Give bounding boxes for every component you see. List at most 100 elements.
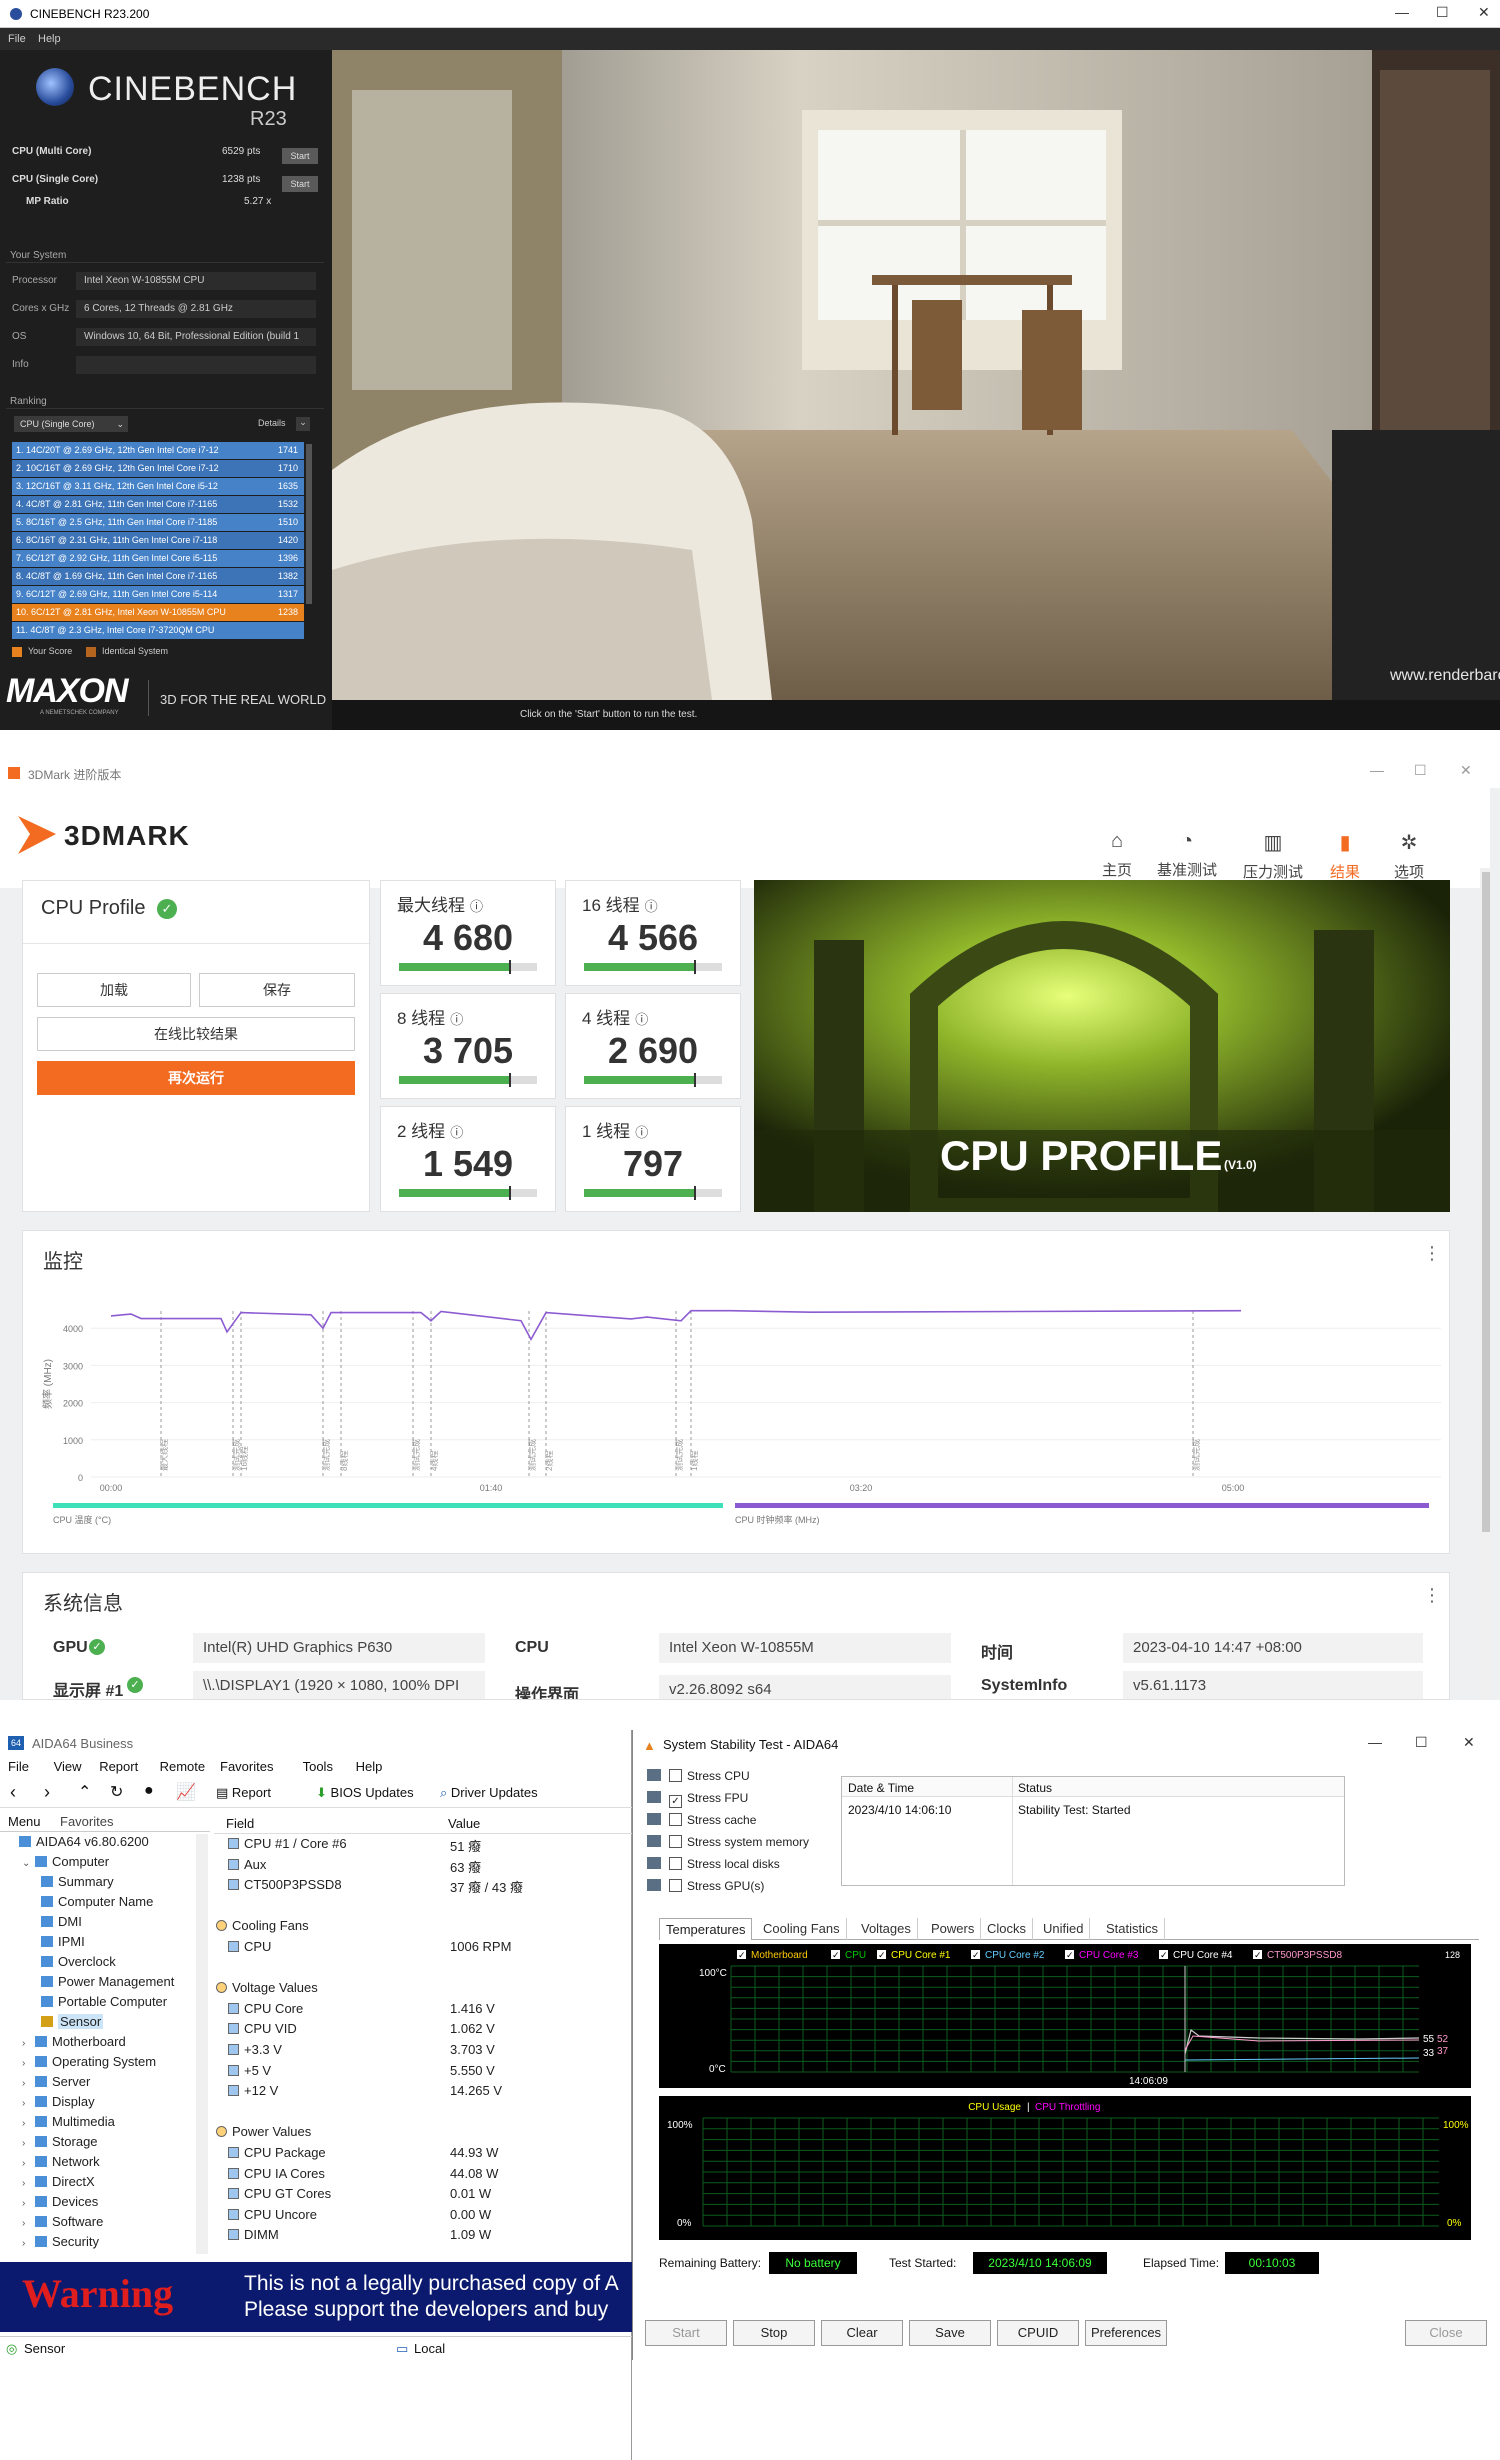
tab-temperatures[interactable]: Temperatures <box>659 1918 753 1940</box>
sysinfo-more-icon[interactable]: ⋮ <box>1423 1585 1441 1606</box>
load-button[interactable]: 加载 <box>37 973 191 1007</box>
ranking-select[interactable]: CPU (Single Core) ⌄ <box>14 416 128 432</box>
maximize-icon[interactable]: ☐ <box>1415 1734 1428 1751</box>
expand-icon[interactable]: › <box>22 2178 32 2189</box>
expand-icon[interactable]: › <box>22 2038 32 2049</box>
maximize-icon[interactable]: ☐ <box>1414 762 1427 779</box>
stress-option[interactable]: Stress GPU(s) <box>647 1878 764 1893</box>
nav-gear[interactable]: ✲ 选项 <box>1374 830 1444 882</box>
expand-icon[interactable]: › <box>22 2058 32 2069</box>
ranking-item[interactable]: 9. 6C/12T @ 2.69 GHz, 11th Gen Intel Cor… <box>12 586 304 603</box>
nav-results[interactable]: ▮ 结果 <box>1310 830 1380 882</box>
page-scrollbar[interactable] <box>1480 868 1492 1698</box>
ranking-item[interactable]: 11. 4C/8T @ 2.3 GHz, Intel Core i7-3720Q… <box>12 622 304 639</box>
stress-option[interactable]: Stress system memory <box>647 1834 809 1849</box>
close-icon[interactable]: ✕ <box>1478 4 1490 21</box>
expand-icon[interactable]: ⌄ <box>22 1858 32 1869</box>
close-icon[interactable]: ✕ <box>1463 1734 1475 1751</box>
menu-file[interactable]: File <box>8 33 26 45</box>
expand-icon[interactable]: › <box>22 2118 32 2129</box>
compare-online-button[interactable]: 在线比较结果 <box>37 1017 355 1051</box>
expand-icon[interactable]: › <box>22 2158 32 2169</box>
checkbox[interactable] <box>669 1813 682 1826</box>
tree-item[interactable]: DMI <box>38 1914 82 1929</box>
close-icon[interactable]: ✕ <box>1460 762 1472 779</box>
menu-help[interactable]: Help <box>356 1759 383 1774</box>
stop-button[interactable]: Stop <box>733 2320 815 2346</box>
start-button[interactable]: Start <box>645 2320 727 2346</box>
ranking-item[interactable]: 6. 8C/16T @ 2.31 GHz, 11th Gen Intel Cor… <box>12 532 304 549</box>
stress-option[interactable]: Stress cache <box>647 1812 756 1827</box>
checkbox[interactable] <box>669 1879 682 1892</box>
nav-home[interactable]: ⌂ 主页 <box>1082 830 1152 880</box>
expand-icon[interactable]: › <box>22 2218 32 2229</box>
ranking-item[interactable]: 1. 14C/20T @ 2.69 GHz, 12th Gen Intel Co… <box>12 442 304 459</box>
tree-item[interactable]: Sensor <box>38 2014 104 2029</box>
user-icon[interactable]: ● <box>144 1782 154 1800</box>
minimize-icon[interactable]: — <box>1368 1734 1382 1750</box>
tab-powers[interactable]: Powers <box>925 1918 982 1940</box>
ranking-item[interactable]: 7. 6C/12T @ 2.92 GHz, 11th Gen Intel Cor… <box>12 550 304 567</box>
info-icon[interactable]: ⓘ <box>635 1125 648 1140</box>
tree-item[interactable]: Portable Computer <box>38 1994 167 2009</box>
tree-item[interactable]: ⌄ Computer <box>22 1854 109 1869</box>
checkbox[interactable] <box>669 1857 682 1870</box>
maximize-icon[interactable]: ☐ <box>1436 4 1449 21</box>
menu-file[interactable]: File <box>8 1759 29 1774</box>
tree-item[interactable]: › Storage <box>22 2134 98 2149</box>
tab-favorites[interactable]: Favorites <box>60 1814 113 1829</box>
info-icon[interactable]: ⓘ <box>470 899 483 914</box>
cpuid-button[interactable]: CPUID <box>997 2320 1079 2346</box>
chart-icon[interactable]: 📈 <box>176 1782 196 1802</box>
expand-icon[interactable]: › <box>22 2078 32 2089</box>
nav-stress[interactable]: ▥ 压力测试 <box>1238 830 1308 882</box>
minimize-icon[interactable]: — <box>1395 4 1409 20</box>
info-icon[interactable]: ⓘ <box>450 1012 463 1027</box>
report-button[interactable]: ▤ Report <box>216 1785 271 1801</box>
tree-item[interactable]: › Devices <box>22 2194 98 2209</box>
tree-scrollbar[interactable] <box>196 1834 208 2254</box>
nav-gauge[interactable]: ◔ 基准测试 <box>1152 830 1222 880</box>
clear-button[interactable]: Clear <box>821 2320 903 2346</box>
tree-item[interactable]: Power Management <box>38 1974 174 1989</box>
tree-item[interactable]: Computer Name <box>38 1894 153 1909</box>
tree-item[interactable]: › DirectX <box>22 2174 95 2189</box>
tab-menu[interactable]: Menu <box>8 1814 41 1829</box>
tree-item[interactable]: › Display <box>22 2094 95 2109</box>
ranking-item[interactable]: 2. 10C/16T @ 2.69 GHz, 12th Gen Intel Co… <box>12 460 304 477</box>
bios-updates-button[interactable]: ⬇ BIOS Updates <box>316 1785 414 1801</box>
tab-statistics[interactable]: Statistics <box>1100 1918 1166 1940</box>
ranking-scrollbar[interactable] <box>306 444 312 604</box>
menu-help[interactable]: Help <box>38 33 61 45</box>
rerun-button[interactable]: 再次运行 <box>37 1061 355 1095</box>
details-chevron-icon[interactable]: ⌄ <box>296 417 310 431</box>
tree-panel[interactable]: AIDA64 v6.80.6200 ⌄ Computer Summary Compute… <box>0 1834 196 2254</box>
driver-updates-button[interactable]: ⌕ Driver Updates <box>440 1785 538 1801</box>
multi-core-start-button[interactable]: Start <box>282 148 318 164</box>
tree-item[interactable]: › Multimedia <box>22 2114 115 2129</box>
checkbox[interactable] <box>669 1835 682 1848</box>
tree-item[interactable]: IPMI <box>38 1934 85 1949</box>
forward-icon[interactable]: › <box>44 1782 50 1803</box>
expand-icon[interactable]: › <box>22 2198 32 2209</box>
tree-item[interactable]: Overclock <box>38 1954 116 1969</box>
expand-icon[interactable]: › <box>22 2098 32 2109</box>
stress-option[interactable]: Stress CPU <box>647 1768 750 1783</box>
refresh-icon[interactable]: ↻ <box>110 1782 123 1802</box>
minimize-icon[interactable]: — <box>1370 762 1384 778</box>
menu-view[interactable]: View <box>54 1759 82 1774</box>
preferences-button[interactable]: Preferences <box>1085 2320 1167 2346</box>
tree-item[interactable]: › Network <box>22 2154 100 2169</box>
tree-item[interactable]: Summary <box>38 1874 114 1889</box>
info-icon[interactable]: ⓘ <box>645 899 658 914</box>
expand-icon[interactable]: › <box>22 2138 32 2149</box>
ranking-item[interactable]: 10. 6C/12T @ 2.81 GHz, Intel Xeon W-1085… <box>12 604 304 621</box>
stress-option[interactable]: Stress local disks <box>647 1856 780 1871</box>
tab-cooling-fans[interactable]: Cooling Fans <box>757 1918 847 1940</box>
menu-report[interactable]: Report <box>99 1759 138 1774</box>
tree-item[interactable]: › Operating System <box>22 2054 156 2069</box>
tree-item[interactable]: AIDA64 v6.80.6200 <box>6 1834 149 1849</box>
tab-unified[interactable]: Unified <box>1037 1918 1091 1940</box>
tree-item[interactable]: › Software <box>22 2214 103 2229</box>
ranking-item[interactable]: 5. 8C/16T @ 2.5 GHz, 11th Gen Intel Core… <box>12 514 304 531</box>
